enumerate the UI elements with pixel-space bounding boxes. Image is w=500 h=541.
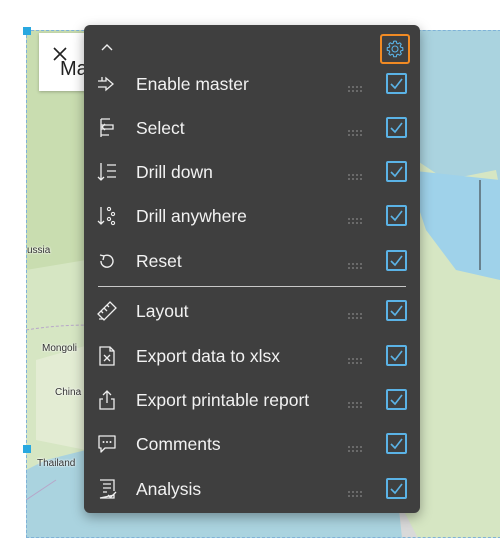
menu-item-label: Export data to xlsx [136,346,280,366]
checkmark-icon [390,438,403,450]
reset-checkbox[interactable] [386,250,407,271]
menu-item-label: Drill down [136,162,213,182]
menu-item-export-report[interactable]: Export printable report [84,378,420,422]
analysis-icon [96,478,118,500]
drag-handle[interactable] [347,80,363,92]
analysis-checkbox[interactable] [386,478,407,499]
menu-item-reset[interactable]: Reset [84,239,420,283]
map-label-mongolia: Mongoli [42,343,78,354]
menu-item-label: Export printable report [136,390,310,410]
select-checkbox[interactable] [386,117,407,138]
checkmark-icon [390,210,403,222]
menu-item-drill-anywhere[interactable]: Drill anywhere [84,194,420,238]
resize-handle-top-left[interactable] [23,27,31,35]
select-icon [96,117,118,139]
menu-item-analysis[interactable]: Analysis [84,467,420,511]
drag-handle[interactable] [347,485,363,497]
checkmark-icon [390,305,403,317]
export-xlsx-checkbox[interactable] [386,345,407,366]
map-label-china: China [55,387,82,398]
export-report-checkbox[interactable] [386,389,407,410]
checkmark-icon [390,394,403,406]
menu-item-label: Select [136,118,185,138]
comments-icon [96,433,118,455]
drag-handle[interactable] [347,212,363,224]
drag-handle[interactable] [347,440,363,452]
drag-handle[interactable] [347,396,363,408]
menu-item-export-xlsx[interactable]: Export data to xlsx [84,334,420,378]
checkmark-icon [390,122,403,134]
checkmark-icon [390,350,403,362]
map-label-russia: ussia [27,245,51,256]
export-xlsx-icon [96,345,118,367]
checkmark-icon [390,255,403,267]
menu-item-label: Comments [136,434,221,454]
drill-down-checkbox[interactable] [386,161,407,182]
drag-handle[interactable] [347,124,363,136]
export-report-icon [96,389,118,411]
layout-icon [96,300,118,322]
settings-button[interactable] [380,34,410,64]
drill-anywhere-checkbox[interactable] [386,205,407,226]
menu-item-label: Analysis [136,479,202,499]
drag-handle[interactable] [347,257,363,269]
gear-icon [386,40,404,58]
drag-handle[interactable] [347,307,363,319]
comments-checkbox[interactable] [386,433,407,454]
layout-checkbox[interactable] [386,300,407,321]
checkmark-icon [390,483,403,495]
menu-item-label: Enable master [136,74,249,94]
menu-item-comments[interactable]: Comments [84,422,420,466]
enable-master-checkbox[interactable] [386,73,407,94]
menu-item-select[interactable]: Select [84,106,420,150]
menu-item-label: Reset [136,251,182,271]
map-label-thailand: Thailand [37,458,76,469]
resize-handle-left[interactable] [23,445,31,453]
close-button[interactable] [50,44,70,64]
chevron-up-icon [101,44,113,51]
menu-item-label: Layout [136,301,189,321]
drag-handle[interactable] [347,168,363,180]
drill-down-icon [96,161,118,183]
menu-item-layout[interactable]: Layout [84,289,420,333]
menu-item-label: Drill anywhere [136,206,247,226]
close-icon [53,47,67,61]
menu-item-enable-master[interactable]: Enable master [84,62,420,106]
collapse-menu-button[interactable] [98,39,116,57]
reset-icon [96,250,118,272]
drill-anywhere-icon [96,205,118,227]
checkmark-icon [390,166,403,178]
widget-context-menu: Enable master Select Drill down Drill an… [84,25,420,513]
checkmark-icon [390,78,403,90]
menu-item-drill-down[interactable]: Drill down [84,150,420,194]
menu-separator [98,286,406,287]
enable-master-icon [96,73,118,95]
drag-handle[interactable] [347,352,363,364]
